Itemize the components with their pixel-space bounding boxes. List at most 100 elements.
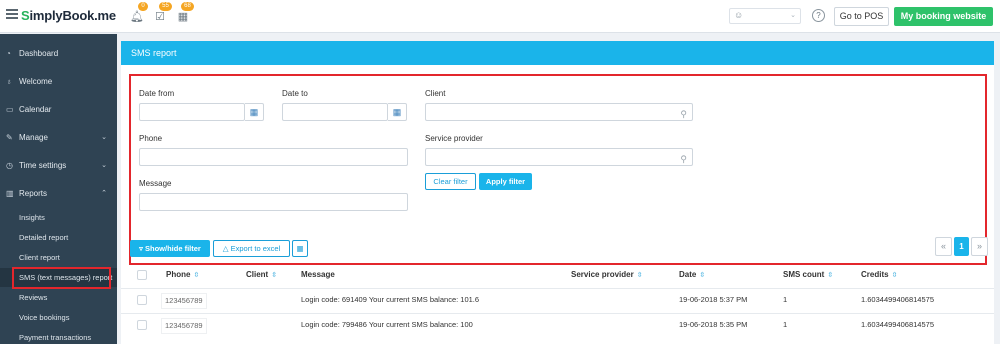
service-provider-search-input[interactable]: ⚲	[425, 148, 693, 166]
menu-icon[interactable]	[6, 9, 18, 19]
my-booking-website-button[interactable]: My booking website	[894, 7, 993, 26]
export-to-excel-label: Export to excel	[230, 244, 281, 253]
notification-badge: 68	[181, 2, 194, 11]
apply-filter-button[interactable]: Apply filter	[479, 173, 532, 190]
row-checkbox[interactable]	[137, 295, 147, 305]
search-icon: ⚲	[680, 109, 687, 119]
chevron-down-icon: ⌄	[101, 162, 107, 169]
credits-cell: 1.6034499406814575	[861, 320, 934, 329]
sidebar-item-reports[interactable]: ▥ Reports ⌃	[0, 180, 117, 208]
sms-report-panel: SMS report Date from ▦ Date to ▦ Client …	[121, 41, 994, 344]
top-bar: SimplyBook.me 🔔︎ 0 ☑ 55 ▦ 68 ☺ ⌄ ? Go to…	[0, 0, 1000, 33]
calendar-icon[interactable]: ▦	[176, 10, 190, 24]
sms-count-cell: 1	[783, 295, 788, 304]
pager-current-page[interactable]: 1	[954, 237, 969, 256]
column-label: Phone	[166, 270, 191, 279]
sidebar-item-manage[interactable]: ✎ Manage ⌄	[0, 124, 117, 152]
show-hide-filter-label: Show/hide filter	[145, 244, 201, 253]
column-header-credits[interactable]: Credits ⇳	[861, 270, 897, 279]
clock-icon: ◷	[6, 161, 13, 170]
chevron-down-icon: ⌄	[101, 134, 107, 141]
highlight-frame	[12, 267, 111, 289]
sort-icon: ⇳	[636, 272, 643, 279]
export-to-excel-button[interactable]: △ Export to excel	[213, 240, 290, 257]
table-row[interactable]: 123456789 Login code: 691409 Your curren…	[121, 288, 994, 310]
sidebar-subitem-client-report[interactable]: Client report	[0, 248, 117, 267]
calendar-icon[interactable]: ▦	[388, 103, 407, 121]
columns-toggle-button[interactable]: ▦	[292, 240, 308, 257]
calendar-icon[interactable]: ▦	[245, 103, 264, 121]
pencil-icon: ✎	[6, 133, 13, 142]
sidebar-item-label: Welcome	[19, 77, 53, 86]
column-label: SMS count	[783, 270, 825, 279]
chart-icon: ▥	[6, 189, 14, 198]
filter-icon: ▿	[139, 244, 143, 253]
pager-next-button[interactable]: »	[971, 237, 988, 256]
service-provider-label: Service provider	[425, 134, 483, 143]
date-to-input[interactable]	[282, 103, 388, 121]
phone-input[interactable]	[139, 148, 408, 166]
select-all-checkbox[interactable]	[137, 270, 147, 280]
sidebar-item-calendar[interactable]: ▭ Calendar	[0, 96, 117, 124]
export-icon: △	[222, 244, 229, 253]
sidebar-item-welcome[interactable]: ♁ Welcome	[0, 68, 117, 96]
sidebar-subitem-voice-bookings[interactable]: Voice bookings	[0, 308, 117, 327]
column-label: Service provider	[571, 270, 634, 279]
message-label: Message	[139, 179, 172, 188]
sidebar-item-dashboard[interactable]: ◔ Dashboard	[0, 40, 117, 68]
pager-prev-button[interactable]: «	[935, 237, 952, 256]
column-header-service-provider[interactable]: Service provider ⇳	[571, 270, 643, 279]
column-header-sms-count[interactable]: SMS count ⇳	[783, 270, 833, 279]
message-cell: Login code: 799486 Your current SMS bala…	[301, 320, 473, 329]
date-from-input[interactable]	[139, 103, 245, 121]
bell-icon[interactable]: 🔔︎	[130, 10, 144, 24]
sidebar-item-label: Time settings	[19, 161, 67, 170]
notification-badge: 0	[138, 2, 148, 11]
sidebar-item-label: Reports	[19, 189, 48, 198]
search-icon: ⚲	[680, 154, 687, 164]
show-hide-filter-button[interactable]: ▿ Show/hide filter	[130, 240, 210, 257]
sidebar-item-time-settings[interactable]: ◷ Time settings ⌄	[0, 152, 117, 180]
calendar-icon: ▭	[6, 105, 14, 114]
message-input[interactable]	[139, 193, 408, 211]
help-button[interactable]: ?	[812, 9, 825, 22]
sort-icon: ⇳	[827, 272, 834, 279]
user-menu[interactable]: ☺ ⌄	[729, 8, 801, 24]
sidebar-subitem-reviews[interactable]: Reviews	[0, 288, 117, 307]
sidebar-subitem-insights[interactable]: Insights	[0, 208, 117, 227]
column-header-phone[interactable]: Phone ⇳	[166, 270, 199, 279]
sidebar-subitem-detailed-report[interactable]: Detailed report	[0, 228, 117, 247]
table-columns-icon: ▦	[296, 244, 304, 253]
phone-label: Phone	[139, 134, 163, 143]
calendar-check-icon[interactable]: ☑	[153, 10, 167, 24]
sort-icon: ⇳	[891, 272, 898, 279]
sidebar-subitem-payment-transactions[interactable]: Payment transactions	[0, 328, 117, 344]
sidebar-item-label: Manage	[19, 133, 48, 142]
clear-filter-button[interactable]: Clear filter	[425, 173, 476, 190]
filter-form: Date from ▦ Date to ▦ Client ⚲ Phone Ser…	[129, 74, 987, 265]
column-label: Credits	[861, 270, 889, 279]
table-row[interactable]: 123456789 Login code: 799486 Your curren…	[121, 313, 994, 335]
column-label: Date	[679, 270, 697, 279]
sort-icon: ⇳	[699, 272, 706, 279]
row-checkbox[interactable]	[137, 320, 147, 330]
date-cell: 19-06-2018 5:37 PM	[679, 295, 748, 304]
dashboard-icon: ◔	[6, 49, 11, 58]
credits-cell: 1.6034499406814575	[861, 295, 934, 304]
column-header-date[interactable]: Date ⇳	[679, 270, 705, 279]
go-to-pos-button[interactable]: Go to POS	[834, 7, 889, 26]
client-search-input[interactable]: ⚲	[425, 103, 693, 121]
sms-count-cell: 1	[783, 320, 788, 329]
sort-icon: ⇳	[271, 272, 278, 279]
sort-icon: ⇳	[193, 272, 200, 279]
lightbulb-icon: ♁	[6, 77, 12, 86]
sidebar-item-label: Dashboard	[19, 49, 59, 58]
column-header-message: Message	[301, 270, 335, 279]
phone-cell: 123456789	[161, 293, 207, 309]
chevron-up-icon: ⌃	[101, 190, 107, 197]
sidebar-item-label: Calendar	[19, 105, 52, 114]
date-cell: 19-06-2018 5:35 PM	[679, 320, 748, 329]
column-header-client[interactable]: Client ⇳	[246, 270, 277, 279]
client-label: Client	[425, 89, 446, 98]
logo[interactable]: SimplyBook.me	[21, 8, 116, 23]
